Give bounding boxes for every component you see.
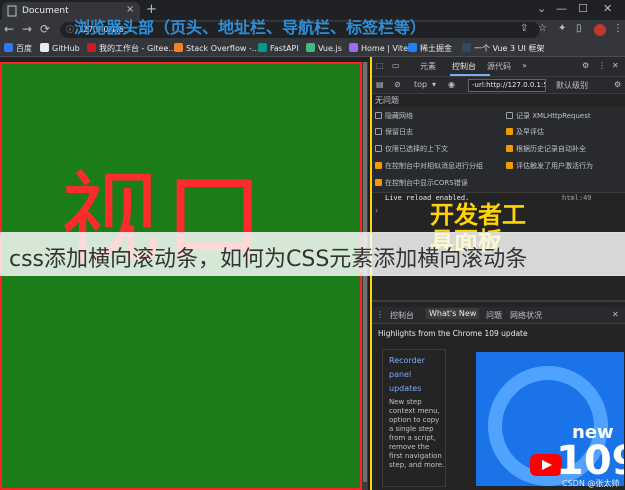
checkbox-checked[interactable] <box>375 162 382 169</box>
inspect-icon[interactable]: ⬚ <box>376 61 384 70</box>
bookmark-item[interactable]: Vue.js <box>306 43 342 53</box>
option-group-similar[interactable]: 在控制台中对相似消息进行分组 <box>375 161 483 171</box>
close-drawer-icon[interactable]: ✕ <box>612 310 619 319</box>
footer-credit: CSDN @张太帅 <box>562 479 620 488</box>
drawer-tab-network-conditions[interactable]: 网络状况 <box>510 310 542 321</box>
whats-new-body: New step context menu, option to copy a … <box>389 398 445 469</box>
chrome-109-banner[interactable]: new 109 <box>476 352 624 486</box>
ui-framework-icon <box>462 43 471 52</box>
option-log-xhr[interactable]: 记录 XMLHttpRequest <box>506 111 591 121</box>
reload-icon[interactable]: ⟳ <box>40 22 50 36</box>
whats-new-heading: Highlights from the Chrome 109 update <box>378 329 528 338</box>
checkbox[interactable] <box>375 112 382 119</box>
bookmark-item[interactable]: FastAPI <box>258 43 299 53</box>
whats-new-link[interactable]: panel <box>389 370 411 379</box>
console-source-link[interactable]: html:49 <box>562 194 592 202</box>
bookmark-item[interactable]: Stack Overflow -... <box>174 43 259 53</box>
option-hide-network[interactable]: 隐藏网络 <box>375 111 413 121</box>
devtools-tabs: ⬚ ▭ 元素 控制台 源代码 » ⚙ ⋮ ✕ <box>372 57 625 77</box>
stackoverflow-icon <box>174 43 183 52</box>
filter-input[interactable]: -url:http://127.0.0.1:5 <box>468 79 546 92</box>
page-viewport: 视口 <box>0 62 362 490</box>
checkbox-checked[interactable] <box>506 128 513 135</box>
gitee-icon <box>87 43 96 52</box>
eye-icon[interactable]: ◉ <box>448 80 455 89</box>
checkbox[interactable] <box>375 128 382 135</box>
checkbox[interactable] <box>506 112 513 119</box>
info-icon: ⓘ <box>66 25 74 34</box>
vite-icon <box>349 43 358 52</box>
juejin-icon <box>408 43 417 52</box>
console-settings-icon[interactable]: ⚙ <box>614 80 621 89</box>
more-tabs-icon[interactable]: » <box>522 61 527 70</box>
bookmark-item[interactable]: 我的工作台 - Gitee... <box>87 43 176 54</box>
tab-console[interactable]: 控制台 <box>452 61 476 72</box>
drawer-tab-whats-new[interactable]: What's New <box>426 308 480 319</box>
drawer-tab-console[interactable]: 控制台 <box>390 310 414 321</box>
chevron-down-icon: ▾ <box>432 80 437 89</box>
levels-select[interactable]: 默认级别 <box>556 80 588 91</box>
active-tab-underline <box>450 74 490 76</box>
sidebar-icon[interactable]: ▯ <box>576 23 582 34</box>
tab-elements[interactable]: 元素 <box>420 61 436 72</box>
tab-search-icon[interactable]: ⌄ <box>537 2 546 15</box>
viewport-scrollbar[interactable] <box>362 62 368 490</box>
option-selected-context[interactable]: 仅限已选择的上下文 <box>375 144 448 154</box>
minimize-icon[interactable]: — <box>556 2 567 15</box>
bookmark-item[interactable]: GitHub <box>40 43 80 53</box>
checkbox-checked[interactable] <box>506 162 513 169</box>
issues-count[interactable]: 无问题 <box>375 95 399 106</box>
bookmark-item[interactable]: 一个 Vue 3 UI 框架 <box>462 43 544 54</box>
star-icon[interactable]: ☆ <box>538 23 547 34</box>
title-watermark-band: css添加横向滚动条，如何为CSS元素添加横向滚动条 <box>0 232 625 276</box>
bookmark-icon <box>4 43 13 52</box>
whats-new-link[interactable]: Recorder <box>389 356 425 365</box>
whats-new-card[interactable]: Recorder panel updates New step context … <box>382 349 446 487</box>
option-cors-errors[interactable]: 在控制台中显示CORS错误 <box>375 178 468 188</box>
close-window-icon[interactable]: ✕ <box>603 2 612 15</box>
option-user-activation[interactable]: 评估触发了用户激活行为 <box>506 161 593 171</box>
bookmark-item[interactable]: 稀土掘金 <box>408 43 452 54</box>
console-toolbar: ▤ ⊘ top ▾ ◉ -url:http://127.0.0.1:5 默认级别… <box>372 77 625 94</box>
checkbox-checked[interactable] <box>506 145 513 152</box>
checkbox-checked[interactable] <box>375 179 382 186</box>
close-devtools-icon[interactable]: ✕ <box>612 61 619 70</box>
tab-title: Document <box>22 6 69 16</box>
more-icon[interactable]: ⋮ <box>598 61 606 70</box>
option-eager-eval[interactable]: 及早评估 <box>506 127 544 137</box>
share-icon[interactable]: ⇪ <box>520 23 528 34</box>
fastapi-icon <box>258 43 267 52</box>
settings-icon[interactable]: ⚙ <box>582 61 589 70</box>
drawer-menu-icon[interactable]: ⋮ <box>376 310 384 319</box>
tab-sources[interactable]: 源代码 <box>487 61 511 72</box>
back-icon[interactable]: ← <box>4 22 14 36</box>
page-icon <box>6 5 20 19</box>
extensions-icon[interactable]: ✦ <box>558 23 566 34</box>
avatar[interactable] <box>594 24 606 36</box>
github-icon <box>40 43 49 52</box>
watermark-text: css添加横向滚动条，如何为CSS元素添加横向滚动条 <box>9 247 528 272</box>
drawer-tab-issues[interactable]: 问题 <box>486 310 502 321</box>
whats-new-link[interactable]: updates <box>389 384 421 393</box>
clear-console-icon[interactable]: ⊘ <box>394 80 401 89</box>
chrome-caption: 浏览器头部（页头、地址栏、导航栏、标签栏等） <box>74 18 427 37</box>
option-preserve-log[interactable]: 保留日志 <box>375 127 413 137</box>
prompt-chevron-icon: › <box>375 206 379 215</box>
console-settings: 隐藏网络 保留日志 仅限已选择的上下文 在控制台中对相似消息进行分组 在控制台中… <box>372 107 625 193</box>
sidebar-toggle-icon[interactable]: ▤ <box>376 80 384 89</box>
context-select[interactable]: top <box>414 80 427 89</box>
bookmark-item[interactable]: Home | Vite <box>349 43 408 53</box>
maximize-icon[interactable]: ☐ <box>578 2 588 15</box>
menu-icon[interactable]: ⋮ <box>613 23 623 34</box>
vue-icon <box>306 43 315 52</box>
device-icon[interactable]: ▭ <box>392 61 400 70</box>
forward-icon[interactable]: → <box>22 22 32 36</box>
bookmark-item[interactable]: 百度 <box>4 43 32 54</box>
checkbox[interactable] <box>375 145 382 152</box>
drawer-tabs: ⋮ 控制台 What's New 问题 网络状况 ✕ <box>372 307 625 324</box>
bookmarks-bar: 百度 GitHub 我的工作台 - Gitee... Stack Overflo… <box>0 40 625 57</box>
option-autocomplete[interactable]: 根据历史记录自动补全 <box>506 144 586 154</box>
